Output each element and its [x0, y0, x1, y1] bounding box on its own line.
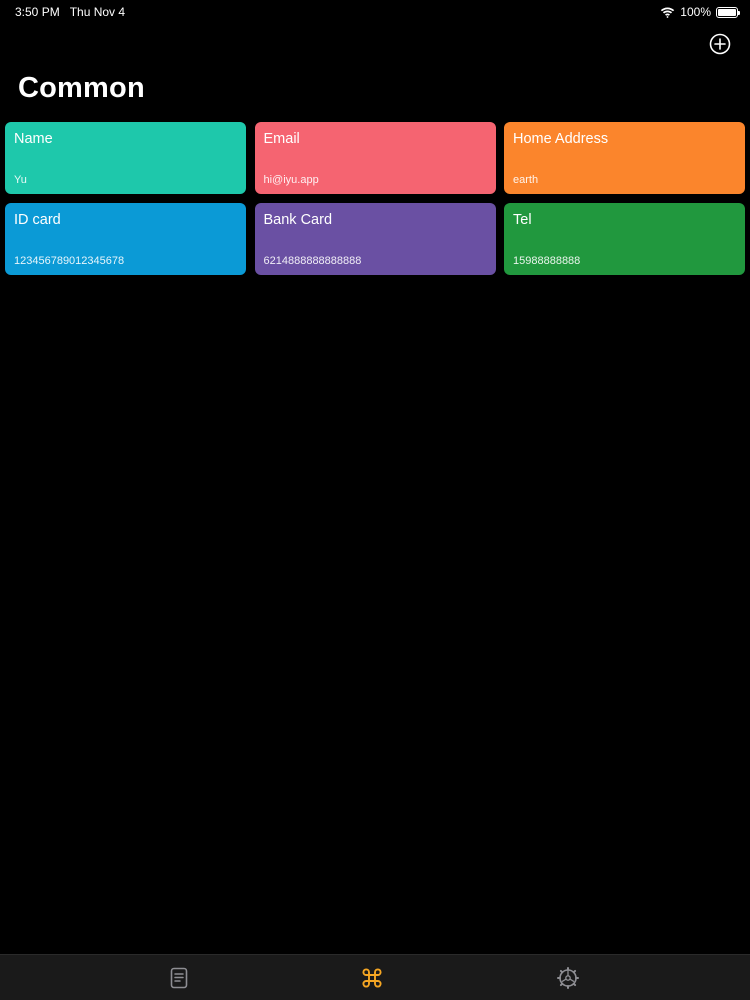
card-value: earth	[513, 174, 539, 186]
page-title: Common	[18, 72, 145, 104]
status-date: Thu Nov 4	[69, 5, 126, 19]
card-id-card[interactable]: ID card 123456789012345678	[5, 203, 246, 275]
card-tel[interactable]: Tel 15988888888	[504, 203, 745, 275]
card-title: Email	[263, 131, 300, 147]
card-value: Yu	[14, 174, 27, 186]
card-home-address[interactable]: Home Address earth	[504, 122, 745, 194]
card-title: Name	[14, 131, 53, 147]
card-bank-card[interactable]: Bank Card 6214888888888888	[254, 203, 496, 275]
battery-fill	[718, 8, 736, 16]
battery-percent: 100%	[680, 5, 711, 19]
status-left: 3:50 PM Thu Nov 4	[15, 5, 125, 19]
tab-bar	[0, 954, 750, 1000]
status-time: 3:50 PM	[15, 5, 60, 19]
plus-circle-icon	[709, 33, 731, 55]
document-icon	[170, 967, 188, 989]
tab-documents[interactable]	[166, 965, 192, 991]
card-value: hi@iyu.app	[263, 174, 319, 186]
status-right: 100%	[660, 5, 740, 19]
battery-icon	[716, 6, 740, 18]
status-bar: 3:50 PM Thu Nov 4 100%	[0, 0, 750, 24]
card-grid: Name Yu Email hi@iyu.app Home Address ea…	[5, 122, 745, 275]
card-value: 123456789012345678	[14, 255, 125, 267]
card-name[interactable]: Name Yu	[5, 122, 246, 194]
card-title: Bank Card	[263, 212, 333, 228]
card-email[interactable]: Email hi@iyu.app	[254, 122, 496, 194]
app-screen: 3:50 PM Thu Nov 4 100% Common Name Yu Em…	[0, 0, 750, 1000]
card-value: 6214888888888888	[263, 255, 362, 267]
add-button[interactable]	[709, 33, 731, 55]
tab-common[interactable]	[359, 965, 385, 991]
tab-settings[interactable]	[555, 965, 581, 991]
card-title: Home Address	[513, 131, 609, 147]
command-icon	[362, 968, 382, 988]
settings-gear-icon	[557, 967, 579, 989]
card-value: 15988888888	[513, 255, 581, 267]
wifi-icon	[661, 7, 675, 18]
card-title: ID card	[14, 212, 61, 228]
card-title: Tel	[513, 212, 532, 228]
